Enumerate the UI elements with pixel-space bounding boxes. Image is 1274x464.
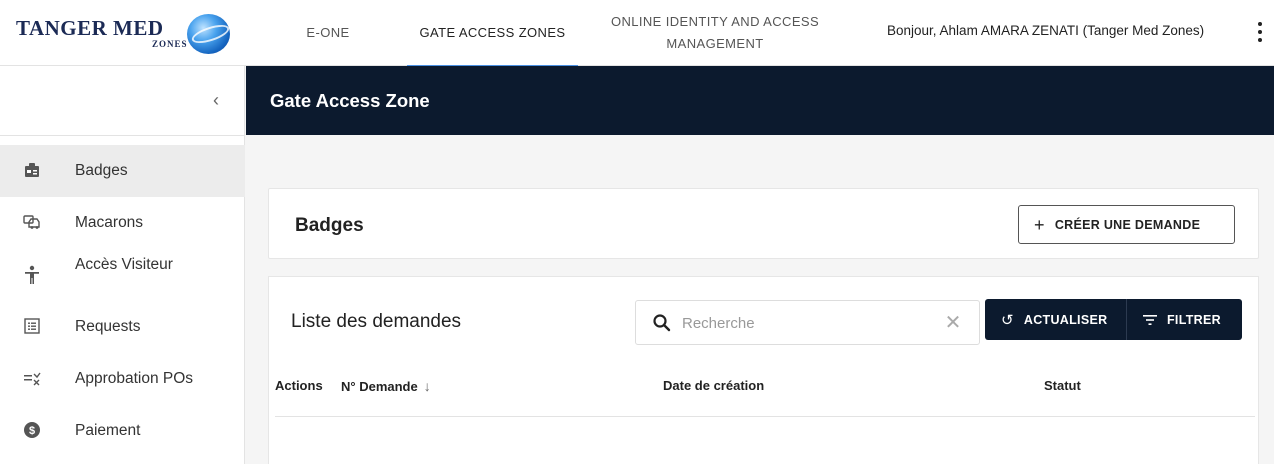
sidebar-item-approbation-pos[interactable]: Approbation POs [0, 353, 245, 405]
badges-card-title: Badges [295, 215, 364, 236]
page-title: Gate Access Zone [270, 90, 430, 111]
badge-icon [22, 161, 42, 181]
sidebar-item-requests[interactable]: Requests [0, 301, 245, 353]
refresh-label: ACTUALISER [1023, 312, 1108, 327]
tab-online-identity-label-line1: ONLINE IDENTITY AND ACCESS [610, 14, 820, 29]
sidebar-item-label: Approbation POs [75, 370, 194, 387]
close-icon[interactable]: ✕ [941, 311, 965, 335]
list-actions-group: ↺ ACTUALISER FILTRER [985, 299, 1242, 340]
refresh-icon: ↺ [1001, 311, 1014, 329]
globe-icon [187, 14, 230, 54]
sidebar-item-label: Requests [75, 318, 141, 335]
requests-list-title: Liste des demandes [291, 311, 462, 332]
plus-icon: + [1034, 214, 1045, 235]
search-icon [652, 313, 672, 333]
sidebar-collapse-row: ‹ [0, 66, 245, 136]
filter-icon [1143, 311, 1157, 328]
page-header: Gate Access Zone [246, 66, 1274, 135]
tab-online-identity-label-line2: MANAGEMENT [666, 36, 764, 51]
tab-gate-access-zones-label: GATE ACCESS ZONES [419, 25, 566, 40]
sidebar-item-label: Macarons [75, 214, 144, 231]
create-request-button[interactable]: + CRÉER UNE DEMANDE [1018, 205, 1235, 244]
refresh-button[interactable]: ↺ ACTUALISER [985, 299, 1127, 340]
search-box: ✕ [635, 300, 980, 345]
sidebar-item-acces-visiteur[interactable]: Accès Visiteur [0, 249, 245, 301]
filter-button[interactable]: FILTRER [1127, 299, 1242, 340]
sidebar-item-label: Paiement [75, 422, 141, 439]
list-icon [22, 317, 42, 337]
create-request-label: CRÉER UNE DEMANDE [1054, 217, 1201, 232]
chevron-left-icon[interactable]: ‹ [206, 88, 226, 112]
badges-card: Badges + CRÉER UNE DEMANDE [268, 188, 1259, 259]
column-header-status: Statut [1044, 378, 1081, 393]
tanger-med-logo[interactable]: TANGER MED ZONES [14, 12, 234, 54]
dollar-icon: $ [22, 421, 42, 441]
table-header: Actions N° Demande ↓ Date de création Sta… [275, 365, 1255, 417]
sidebar-item-label: Accès Visiteur [75, 256, 173, 273]
filter-label: FILTRER [1167, 312, 1221, 327]
requests-list-card: Liste des demandes ✕ ↺ ACTUALISER FILTRE… [268, 276, 1259, 464]
tab-e-one[interactable]: E-ONE [282, 0, 374, 66]
person-icon [22, 265, 42, 285]
logo-sub: ZONES [152, 39, 188, 49]
user-greeting[interactable]: Bonjour, Ahlam AMARA ZENATI (Tanger Med … [887, 23, 1204, 38]
svg-text:$: $ [29, 425, 35, 437]
approval-icon [22, 369, 42, 389]
sidebar: ‹ Badges Macarons Accès Visiteur Request… [0, 66, 245, 464]
sidebar-item-macarons[interactable]: Macarons [0, 197, 245, 249]
column-header-number-label: N° Demande [341, 379, 418, 394]
top-bar: TANGER MED ZONES E-ONE GATE ACCESS ZONES… [0, 0, 1274, 67]
tab-e-one-label: E-ONE [306, 25, 350, 40]
column-header-date: Date de création [663, 378, 765, 393]
vehicle-icon [22, 213, 42, 233]
tab-online-identity[interactable]: ONLINE IDENTITY AND ACCESS MANAGEMENT [592, 0, 838, 66]
tab-gate-access-zones[interactable]: GATE ACCESS ZONES [407, 0, 578, 67]
arrow-down-icon: ↓ [423, 378, 431, 394]
sidebar-item-paiement[interactable]: $ Paiement [0, 405, 245, 457]
sidebar-item-label: Badges [75, 162, 128, 179]
more-vert-icon[interactable] [1255, 20, 1265, 44]
logo-brand: TANGER MED [16, 16, 164, 40]
search-input[interactable] [682, 309, 932, 337]
sidebar-item-badges[interactable]: Badges [0, 145, 245, 197]
column-header-number[interactable]: N° Demande ↓ [341, 378, 431, 394]
column-header-actions: Actions [275, 378, 323, 393]
